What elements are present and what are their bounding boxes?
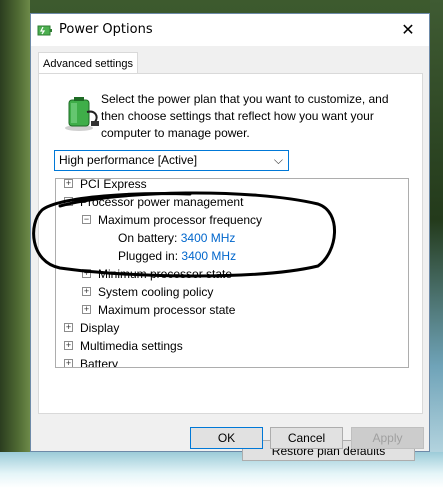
tree-item-plugged-in[interactable]: Plugged in: 3400 MHz xyxy=(118,247,236,265)
desktop-wallpaper-right xyxy=(430,0,443,488)
desktop-wallpaper-left xyxy=(0,0,30,488)
close-button[interactable]: ✕ xyxy=(387,14,429,46)
expand-icon[interactable]: + xyxy=(82,305,91,314)
ok-button[interactable]: OK xyxy=(190,427,263,449)
tree-item-label: Multimedia settings xyxy=(80,339,183,353)
apply-button[interactable]: Apply xyxy=(351,427,424,449)
tree-item-label: Minimum processor state xyxy=(98,267,233,281)
tree-item-label: Display xyxy=(80,321,120,335)
chevron-down-icon: ⌵ xyxy=(273,153,283,167)
close-icon: ✕ xyxy=(401,22,415,39)
intro-text: Select the power plan that you want to c… xyxy=(101,92,389,140)
expand-icon[interactable]: + xyxy=(82,287,91,296)
tree-item-label: Processor power management xyxy=(80,195,244,209)
battery-icon xyxy=(65,97,99,131)
cancel-button[interactable]: Cancel xyxy=(270,427,343,449)
power-options-icon xyxy=(37,25,52,36)
tree-scrollbar[interactable]: ▲ ▼ xyxy=(408,179,409,367)
tree-item-label: System cooling policy xyxy=(98,285,214,299)
power-plan-value: High performance [Active] xyxy=(59,153,198,167)
expand-icon[interactable]: + xyxy=(64,341,73,350)
expand-icon[interactable]: + xyxy=(64,323,73,332)
on-battery-value[interactable]: 3400 MHz xyxy=(181,231,236,245)
tree-item-label: Maximum processor frequency xyxy=(98,213,263,227)
on-battery-label: On battery: xyxy=(118,231,178,245)
collapse-icon[interactable]: − xyxy=(64,197,73,206)
power-options-window: Power Options ✕ Advanced settings Select… xyxy=(30,13,430,461)
expand-icon[interactable]: + xyxy=(82,269,91,278)
tree-item-on-battery[interactable]: On battery: 3400 MHz xyxy=(118,229,235,247)
tree-item-label: PCI Express xyxy=(80,178,147,191)
collapse-icon[interactable]: − xyxy=(82,215,91,224)
tree-item-label: Battery xyxy=(80,357,119,368)
expand-icon[interactable]: + xyxy=(64,359,73,367)
power-plan-dropdown[interactable]: High performance [Active] ⌵ xyxy=(54,150,289,171)
settings-tree[interactable]: + PCI Express − Processor power manageme… xyxy=(55,178,409,368)
title-bar[interactable]: Power Options ✕ xyxy=(31,14,429,46)
advanced-settings-panel: Select the power plan that you want to c… xyxy=(38,73,423,461)
scroll-down-button[interactable]: ▼ xyxy=(408,350,409,367)
plugged-in-value[interactable]: 3400 MHz xyxy=(181,249,236,263)
tab-advanced-settings[interactable]: Advanced settings xyxy=(38,52,138,74)
scroll-up-button[interactable]: ▲ xyxy=(408,179,409,196)
window-title: Power Options xyxy=(59,22,153,37)
tree-item-label: Maximum processor state xyxy=(98,303,236,317)
plugged-in-label: Plugged in: xyxy=(118,249,179,263)
expand-icon[interactable]: + xyxy=(64,179,73,188)
